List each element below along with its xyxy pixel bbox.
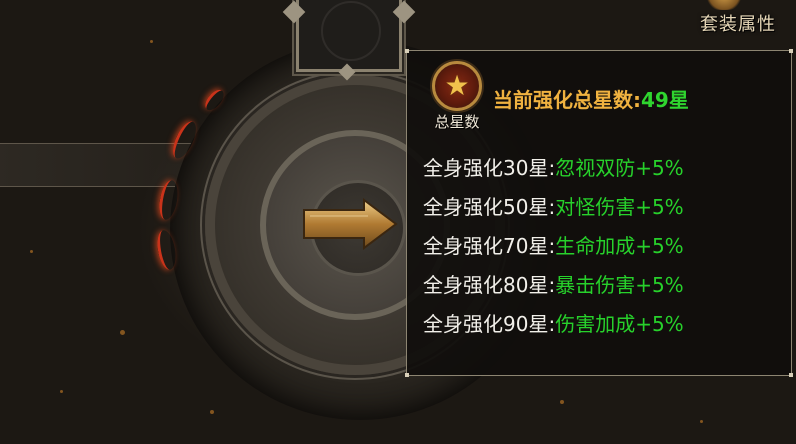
ember-particle — [120, 330, 125, 335]
bonus-condition: 全身强化70星 — [423, 234, 549, 258]
game-screen: 套装属性 ★ 总星数 当前强化总星数:49星 全身强化30星:忽视双防+5% 全… — [0, 0, 796, 444]
right-arrow-icon[interactable] — [302, 198, 398, 250]
bonus-row: 全身强化30星:忽视双防+5% — [423, 156, 684, 180]
total-stars-value: 49星 — [641, 88, 689, 112]
ember-particle — [210, 410, 214, 414]
bonus-condition: 全身强化90星 — [423, 312, 549, 336]
bonus-row: 全身强化70星:生命加成+5% — [423, 234, 684, 258]
star-icon: ★ — [444, 69, 470, 102]
bonus-row: 全身强化50星:对怪伤害+5% — [423, 195, 684, 219]
bonus-effect: 伤害加成+5% — [555, 312, 684, 336]
bonus-condition: 全身强化80星 — [423, 273, 549, 297]
badge-label: 总星数 — [434, 113, 480, 131]
bonus-effect: 生命加成+5% — [555, 234, 684, 258]
tooltip-corner — [405, 373, 409, 377]
ember-particle — [560, 400, 564, 404]
total-stars-badge: ★ 总星数 — [427, 61, 487, 131]
ember-particle — [150, 40, 153, 43]
total-stars-label: 当前强化总星数: — [493, 88, 641, 112]
ember-particle — [700, 420, 703, 423]
ember-particle — [30, 250, 33, 253]
suit-ornament-icon — [704, 0, 744, 10]
portrait-emblem-icon — [321, 1, 381, 61]
bonus-condition: 全身强化30星 — [423, 156, 549, 180]
bonus-condition: 全身强化50星 — [423, 195, 549, 219]
bonus-row: 全身强化90星:伤害加成+5% — [423, 312, 684, 336]
bonus-effect: 忽视双防+5% — [555, 156, 684, 180]
tooltip-corner — [405, 49, 409, 53]
bonus-row: 全身强化80星:暴击伤害+5% — [423, 273, 684, 297]
suit-attribute-button[interactable]: 套装属性 — [700, 10, 776, 36]
ember-particle — [60, 390, 63, 393]
bonus-list: 全身强化30星:忽视双防+5% 全身强化50星:对怪伤害+5% 全身强化70星:… — [423, 149, 684, 344]
star-medal-icon: ★ — [432, 61, 482, 111]
tooltip-corner — [789, 49, 793, 53]
bonus-effect: 暴击伤害+5% — [555, 273, 684, 297]
equipment-portrait-slot[interactable] — [296, 0, 402, 72]
tooltip-corner — [789, 373, 793, 377]
total-stars-row: 当前强化总星数:49星 — [493, 87, 689, 113]
star-bonus-tooltip: ★ 总星数 当前强化总星数:49星 全身强化30星:忽视双防+5% 全身强化50… — [405, 49, 793, 377]
bonus-effect: 对怪伤害+5% — [555, 195, 684, 219]
